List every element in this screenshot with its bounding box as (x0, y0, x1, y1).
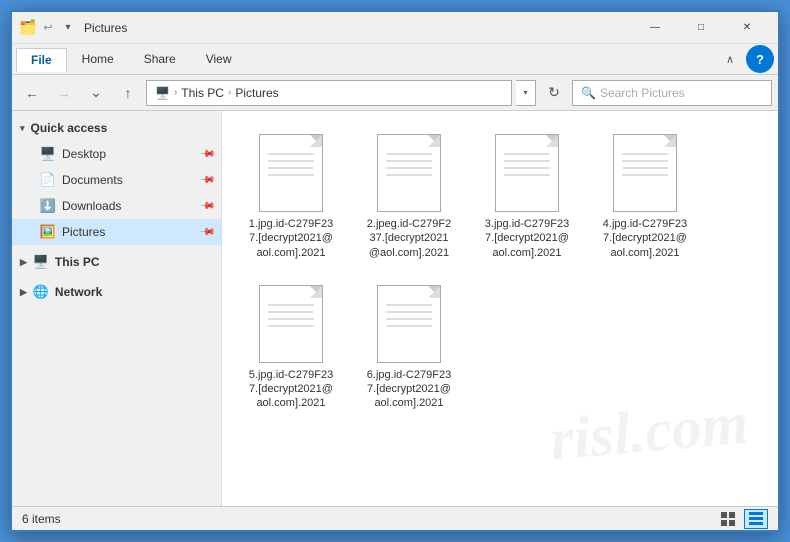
pin-icon-docs: 📌 (198, 172, 215, 189)
file-icon-3 (491, 133, 563, 213)
network-icon: 🌐 (33, 284, 49, 300)
sidebar-documents-label: Documents (62, 173, 123, 187)
file-label-6: 6.jpg.id-C279F237.[decrypt2021@aol.com].… (367, 368, 451, 411)
item-count: 6 items (22, 512, 61, 526)
ribbon-tabs: File Home Share View ∧ ? (12, 44, 778, 74)
file-label-5: 5.jpg.id-C279F237.[decrypt2021@aol.com].… (249, 368, 333, 411)
ribbon-expand-button[interactable]: ∧ (718, 49, 742, 70)
up-button[interactable]: ↑ (114, 79, 142, 107)
expand-icon: ▾ (20, 123, 25, 134)
tab-file[interactable]: File (16, 48, 67, 72)
file-item-6[interactable]: 6.jpg.id-C279F237.[decrypt2021@aol.com].… (354, 276, 464, 419)
sidebar-thispc-label: This PC (55, 255, 100, 269)
search-placeholder: Search Pictures (600, 86, 685, 100)
large-icons-view-icon (749, 512, 763, 526)
tab-view[interactable]: View (191, 47, 247, 71)
forward-button[interactable]: → (50, 79, 78, 107)
large-icons-view-button[interactable] (744, 509, 768, 529)
file-icon-6 (373, 284, 445, 364)
back-button[interactable]: ← (18, 79, 46, 107)
help-button[interactable]: ? (746, 45, 774, 73)
grid-view-icon (721, 512, 735, 526)
network-expand-icon: ▶ (20, 287, 27, 298)
ribbon: File Home Share View ∧ ? (12, 44, 778, 75)
grid-view-button[interactable] (716, 509, 740, 529)
sidebar-item-documents[interactable]: 📄 Documents 📌 (12, 167, 221, 193)
search-box[interactable]: 🔍 Search Pictures (572, 80, 772, 106)
thispc-icon: 🖥️ (33, 254, 49, 270)
title-bar: 🗂️ ↩ ▾ Pictures — □ ✕ (12, 12, 778, 44)
file-area: risl.com 1.jpg.id-C279F237. (222, 111, 778, 506)
file-icon-1 (255, 133, 327, 213)
sidebar-item-pictures[interactable]: 🖼️ Pictures 📌 (12, 219, 221, 245)
file-label-4: 4.jpg.id-C279F237.[decrypt2021@aol.com].… (603, 217, 687, 260)
close-button[interactable]: ✕ (724, 12, 770, 44)
status-bar: 6 items (12, 506, 778, 530)
file-item-2[interactable]: 2.jpeg.id-C279F237.[decrypt2021@aol.com]… (354, 125, 464, 268)
search-icon: 🔍 (581, 86, 596, 100)
file-label-1: 1.jpg.id-C279F237.[decrypt2021@aol.com].… (249, 217, 333, 260)
content-area: ▾ Quick access 🖥️ Desktop 📌 📄 Documents … (12, 111, 778, 506)
recent-locations-button[interactable]: ⌄ (82, 79, 110, 107)
address-dropdown-button[interactable]: ▾ (516, 80, 536, 106)
tab-share[interactable]: Share (129, 47, 191, 71)
breadcrumb-computer-icon: 🖥️ (155, 86, 170, 100)
sidebar-desktop-label: Desktop (62, 147, 106, 161)
undo-icon: ↩ (40, 20, 56, 36)
sidebar-item-desktop[interactable]: 🖥️ Desktop 📌 (12, 141, 221, 167)
sidebar-section-network[interactable]: ▶ 🌐 Network (12, 279, 221, 305)
file-label-2: 2.jpeg.id-C279F237.[decrypt2021@aol.com]… (367, 217, 451, 260)
file-item-1[interactable]: 1.jpg.id-C279F237.[decrypt2021@aol.com].… (236, 125, 346, 268)
file-grid: 1.jpg.id-C279F237.[decrypt2021@aol.com].… (232, 121, 768, 423)
view-controls (716, 509, 768, 529)
breadcrumb: 🖥️ › This PC › Pictures (155, 86, 279, 100)
desktop-icon: 🖥️ (40, 146, 56, 162)
file-item-5[interactable]: 5.jpg.id-C279F237.[decrypt2021@aol.com].… (236, 276, 346, 419)
breadcrumb-thispc[interactable]: This PC (181, 86, 224, 100)
sidebar-network-label: Network (55, 285, 102, 299)
file-label-3: 3.jpg.id-C279F237.[decrypt2021@aol.com].… (485, 217, 569, 260)
sidebar-downloads-label: Downloads (62, 199, 121, 213)
minimize-button[interactable]: — (632, 12, 678, 44)
pin-icon: 📌 (198, 146, 215, 163)
folder-icon: 🗂️ (20, 20, 36, 36)
sidebar-quickaccess-label: Quick access (31, 121, 108, 135)
sidebar-item-downloads[interactable]: ⬇️ Downloads 📌 (12, 193, 221, 219)
pin-icon-pics: 📌 (198, 224, 215, 241)
window-title: Pictures (84, 21, 632, 35)
downloads-icon: ⬇️ (40, 198, 56, 214)
sidebar: ▾ Quick access 🖥️ Desktop 📌 📄 Documents … (12, 111, 222, 506)
pictures-icon: 🖼️ (40, 224, 56, 240)
breadcrumb-pictures[interactable]: Pictures (235, 86, 278, 100)
title-bar-icons: 🗂️ ↩ ▾ (20, 20, 76, 36)
explorer-window: 🗂️ ↩ ▾ Pictures — □ ✕ File Home Share Vi… (10, 10, 780, 532)
address-bar: ← → ⌄ ↑ 🖥️ › This PC › Pictures ▾ ↻ 🔍 Se… (12, 75, 778, 111)
sidebar-section-quickaccess[interactable]: ▾ Quick access (12, 115, 221, 141)
file-item-3[interactable]: 3.jpg.id-C279F237.[decrypt2021@aol.com].… (472, 125, 582, 268)
sidebar-section-thispc[interactable]: ▶ 🖥️ This PC (12, 249, 221, 275)
documents-icon: 📄 (40, 172, 56, 188)
maximize-button[interactable]: □ (678, 12, 724, 44)
thispc-expand-icon: ▶ (20, 257, 27, 268)
pin-icon-dl: 📌 (198, 198, 215, 215)
address-path[interactable]: 🖥️ › This PC › Pictures (146, 80, 512, 106)
sidebar-pictures-label: Pictures (62, 225, 105, 239)
tab-home[interactable]: Home (67, 47, 129, 71)
file-icon-2 (373, 133, 445, 213)
refresh-button[interactable]: ↻ (540, 79, 568, 107)
file-icon-5 (255, 284, 327, 364)
pin-dropdown-icon[interactable]: ▾ (60, 20, 76, 36)
file-item-4[interactable]: 4.jpg.id-C279F237.[decrypt2021@aol.com].… (590, 125, 700, 268)
window-controls: — □ ✕ (632, 12, 770, 44)
file-icon-4 (609, 133, 681, 213)
